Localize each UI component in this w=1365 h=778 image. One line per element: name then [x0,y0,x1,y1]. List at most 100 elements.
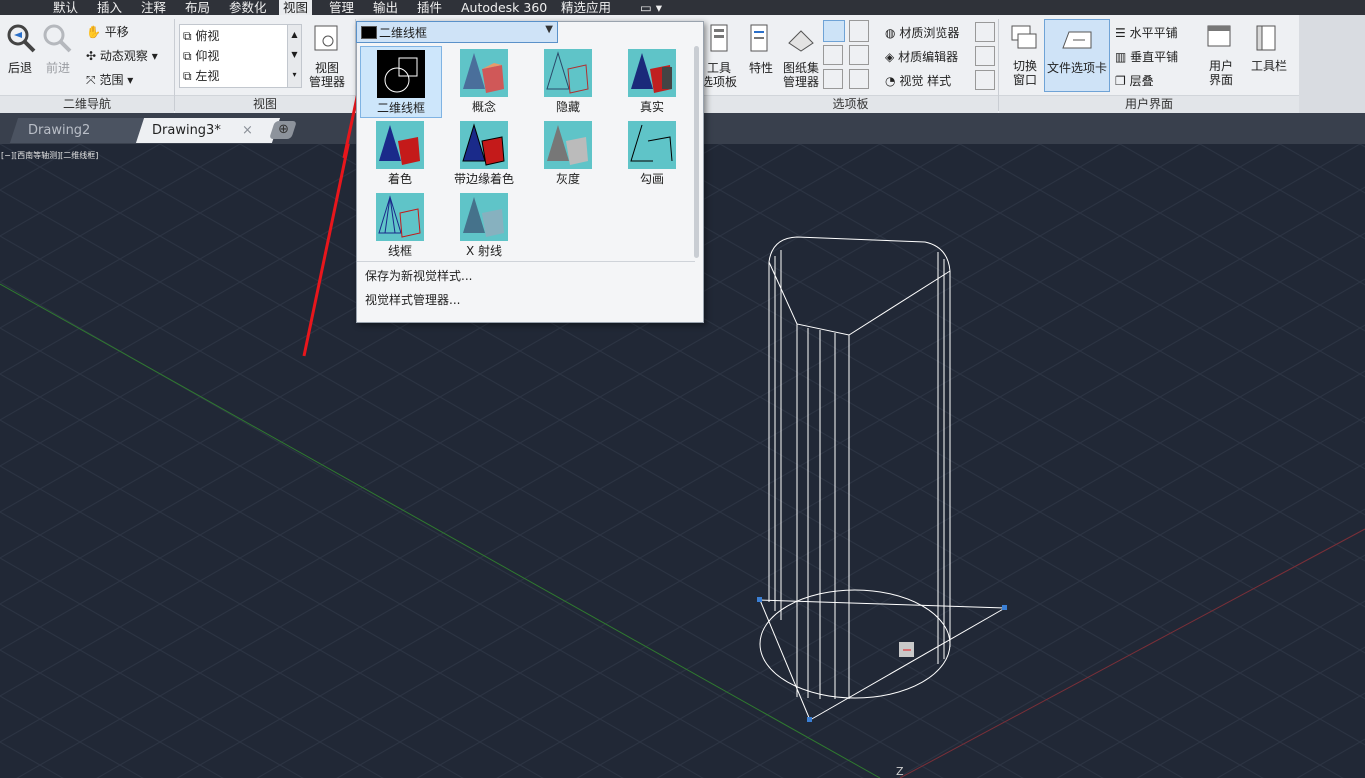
orbit-button[interactable]: ✣ 动态观察 ▾ [86,47,158,64]
markup-icon[interactable] [823,69,843,89]
back-icon[interactable] [6,23,36,53]
style-hidden[interactable]: 隐藏 [528,46,608,116]
view-top-label: 俯视 [195,29,220,43]
tab-overflow-icon[interactable]: ▭ ▾ [636,0,666,15]
style-2d-wireframe[interactable]: 二维线框 [360,46,442,118]
orbit-label: 动态观察 [99,49,148,63]
back-button[interactable]: 后退 [4,61,36,75]
visual-style-dropdown: 二维线框 概念 隐藏 真实 着色 带边缘着色 灰度 勾画 线框 X 射线 保存为… [356,21,704,323]
visual-styles-button[interactable]: ◔ 视觉 样式 [885,72,951,89]
dbconnect-icon[interactable] [823,45,843,65]
material-browser-icon: ◍ [885,26,896,40]
new-tab-button[interactable]: ⊕ [269,121,297,139]
view-top[interactable]: ⧉ 俯视 [183,27,219,44]
view-list-scroll[interactable]: ▲ ▼ ▾ [287,24,302,88]
style-grayscale[interactable]: 灰度 [528,118,608,188]
tool-palette-button[interactable]: 工具 选项板 [699,61,739,89]
toolbars-button[interactable]: 工具栏 [1247,59,1291,73]
ribbon-empty-area [1299,15,1365,113]
tile-vertical-button[interactable]: ▥ 垂直平铺 [1115,48,1178,65]
visual-style-manager[interactable]: 视觉样式管理器... [365,291,460,308]
tab-annotate[interactable]: 注释 [137,0,170,15]
panel-title-user-interface: 用户界面 [999,95,1299,113]
tab-default[interactable]: 默认 [49,0,82,15]
style-sketchy[interactable]: 勾画 [612,118,692,188]
style-label: 着色 [387,172,412,186]
style-label: 隐藏 [555,100,580,114]
calculator-icon[interactable] [849,45,869,65]
tab-parametric[interactable]: 参数化 [225,0,271,15]
style-realistic[interactable]: 真实 [612,46,692,116]
material-browser-button[interactable]: ◍ 材质浏览器 [885,24,959,41]
save-as-new-style[interactable]: 保存为新视觉样式... [365,267,472,284]
close-icon[interactable]: × [242,118,253,143]
ucs-z-label: Z [896,765,904,778]
tab-plugins[interactable]: 插件 [413,0,446,15]
tab-view[interactable]: 视图 [279,0,313,15]
style-label: 带边缘着色 [453,172,514,186]
doc-tab-drawing2[interactable]: Drawing2 [9,118,155,143]
user-interface-icon [1207,25,1231,47]
style-xray[interactable]: X 射线 [444,190,524,260]
user-interface-button[interactable]: 用户 界面 [1201,59,1241,87]
grip-point[interactable] [757,597,762,602]
sketchy-icon [628,121,676,169]
viewport-controls-label[interactable]: [−][西南等轴测][二维线框] [1,150,98,161]
layers-icon[interactable] [849,20,869,42]
sheet-set-manager-button[interactable]: 图纸集 管理器 [779,61,823,89]
extents-label: 范围 [99,73,124,87]
hidden-icon [544,49,592,97]
style-wireframe[interactable]: 线框 [360,190,440,260]
render-icon[interactable] [975,46,995,66]
view-left-label: 左视 [195,69,220,83]
panel-title-2d-navigation: 二维导航 [0,95,174,113]
switch-window-button[interactable]: 切换 窗口 [1007,59,1043,87]
combobox-value: 二维线框 [379,26,428,40]
tab-autodesk360[interactable]: Autodesk 360 [457,0,551,15]
visual-styles-icon: ◔ [885,74,896,88]
grip-point[interactable] [1002,605,1007,610]
file-tabs-button[interactable]: 文件选项卡 [1044,19,1110,92]
ribbon-tab-bar: 默认 插入 注释 布局 参数化 视图 管理 输出 插件 Autodesk 360… [0,0,1365,15]
tab-layout[interactable]: 布局 [181,0,214,15]
command-line-icon[interactable] [823,20,845,42]
hand-icon: ✋ [86,25,101,39]
tile-vertical-label: 垂直平铺 [1130,50,1179,64]
doc-tab-label: Drawing3* [152,123,221,138]
pan-button[interactable]: ✋ 平移 [86,23,129,40]
visual-style-combobox[interactable]: 二维线框 ▼ [356,21,558,43]
grip-point[interactable] [807,717,812,722]
panel-palettes: 工具 选项板 特性 图纸集 管理器 ◍ 材质浏览器 ◈ 材质编辑器 ◔ 视觉 样… [701,15,998,113]
design-center-icon[interactable] [849,69,869,89]
doc-tab-drawing3[interactable]: Drawing3* × [135,118,281,143]
dropdown-scrollbar[interactable] [694,46,699,258]
tab-output[interactable]: 输出 [369,0,402,15]
style-label: 概念 [471,100,496,114]
view-left[interactable]: ⧉ 左视 [183,67,219,84]
view-list[interactable]: ⧉ 俯视 ⧉ 仰视 ⧉ 左视 [179,24,301,88]
tab-insert[interactable]: 插入 [93,0,126,15]
style-conceptual[interactable]: 概念 [444,46,524,116]
view-bottom[interactable]: ⧉ 仰视 [183,47,219,64]
style-shaded-with-edges[interactable]: 带边缘着色 [444,118,524,188]
style-label: 勾画 [639,172,664,186]
panel-user-interface: 切换 窗口 文件选项卡 ☰ 水平平铺 ▥ 垂直平铺 ❐ 层叠 用户 界面 工具栏… [999,15,1299,113]
tab-manage[interactable]: 管理 [325,0,358,15]
chevron-down-icon[interactable]: ▼ [545,24,553,35]
wireframe-2d-icon [361,26,377,39]
extents-button[interactable]: ⤧ 范围 ▾ [86,71,133,88]
conceptual-icon [460,49,508,97]
tab-featured-apps[interactable]: 精选应用 [557,0,615,15]
properties-button[interactable]: 特性 [743,61,779,75]
material-browser-label: 材质浏览器 [899,26,960,40]
style-label: 灰度 [555,172,580,186]
lights-icon[interactable] [975,22,995,42]
style-shaded[interactable]: 着色 [360,118,440,188]
pan-label: 平移 [104,25,129,39]
cascade-button[interactable]: ❐ 层叠 [1115,72,1154,89]
properties-icon [750,24,768,52]
sun-icon[interactable] [975,70,995,90]
material-editor-button[interactable]: ◈ 材质编辑器 [885,48,958,65]
tile-horizontal-button[interactable]: ☰ 水平平铺 [1115,24,1178,41]
panel-title-palettes: 选项板 [703,95,998,113]
